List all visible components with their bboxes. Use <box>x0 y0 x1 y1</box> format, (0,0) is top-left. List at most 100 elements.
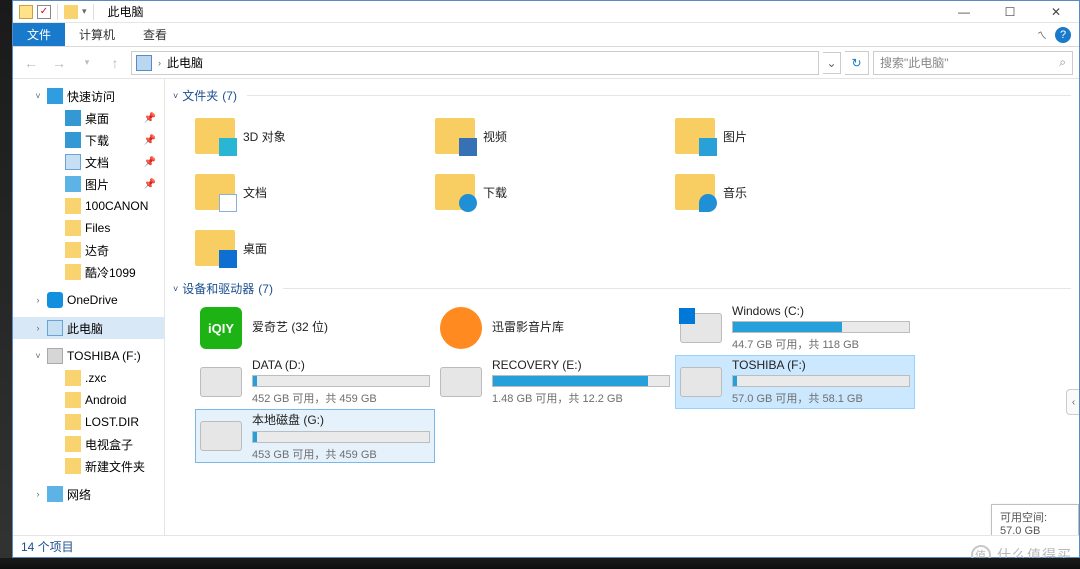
drive-item[interactable]: RECOVERY (E:)1.48 GB 可用，共 12.2 GB <box>435 355 675 409</box>
edge-panel-toggle[interactable]: ‹ <box>1066 389 1079 415</box>
drive-item[interactable]: DATA (D:)452 GB 可用，共 459 GB <box>195 355 435 409</box>
qat-checkbox-icon[interactable]: ✓ <box>37 5 51 19</box>
up-button[interactable]: ↑ <box>103 51 127 75</box>
folder-icon <box>65 436 81 452</box>
qat-folder-icon[interactable] <box>64 5 78 19</box>
sidebar-item[interactable]: 达奇 <box>13 239 164 261</box>
navigation-bar: ← → ▾ ↑ › 此电脑 ⌄ ↻ 搜索"此电脑" ⌕ <box>13 47 1079 79</box>
drive-item[interactable]: 迅雷影音片库 <box>435 301 675 355</box>
sidebar-toshiba[interactable]: ˅ TOSHIBA (F:) <box>13 345 164 367</box>
sidebar-item[interactable]: .zxc <box>13 367 164 389</box>
hdd-icon <box>200 421 242 451</box>
group-devices-header[interactable]: ˅ 设备和驱动器 (7) <box>165 276 1079 301</box>
recent-locations-button[interactable]: ▾ <box>75 51 99 75</box>
item-count: 14 个项目 <box>21 538 74 555</box>
sidebar-item[interactable]: LOST.DIR <box>13 411 164 433</box>
sidebar-item[interactable]: 桌面📌 <box>13 107 164 129</box>
sidebar-item[interactable]: 新建文件夹 <box>13 455 164 477</box>
drive-item[interactable]: Windows (C:)44.7 GB 可用，共 118 GB <box>675 301 915 355</box>
sidebar-item[interactable]: 电视盒子 <box>13 433 164 455</box>
content-pane[interactable]: ˅ 文件夹 (7) 3D 对象视频图片文档下载音乐桌面 ˅ 设备和驱动器 (7)… <box>165 79 1079 535</box>
titlebar[interactable]: ✓ ▾ 此电脑 — ☐ ✕ <box>13 1 1079 23</box>
maximize-button[interactable]: ☐ <box>987 1 1033 23</box>
folder-item[interactable]: 图片 <box>675 108 915 164</box>
refresh-button[interactable]: ↻ <box>845 51 869 75</box>
folder-icon <box>65 370 81 386</box>
folder-icon <box>195 118 235 154</box>
drive-tooltip: 可用空间: 57.0 GB 总大小: 58.1 GB <box>991 504 1079 535</box>
hdd-icon <box>200 367 242 397</box>
folder-item[interactable]: 桌面 <box>195 220 435 276</box>
folder-icon <box>65 414 81 430</box>
iqiyi-icon: iQIY <box>200 307 242 349</box>
folder-icon <box>195 230 235 266</box>
sidebar-item[interactable]: Android <box>13 389 164 411</box>
breadcrumb[interactable]: 此电脑 <box>167 54 203 71</box>
search-icon: ⌕ <box>1059 55 1066 70</box>
xunlei-icon <box>440 307 482 349</box>
tab-view[interactable]: 查看 <box>129 23 181 46</box>
address-bar[interactable]: › 此电脑 <box>131 51 819 75</box>
folder-icon <box>65 458 81 474</box>
ribbon-collapse-icon[interactable]: ㄟ <box>1037 27 1047 42</box>
pin-icon: 📌 <box>144 157 156 168</box>
minimize-button[interactable]: — <box>941 1 987 23</box>
explorer-window: ✓ ▾ 此电脑 — ☐ ✕ 文件 计算机 查看 ㄟ ? ← → ▾ ↑ › 此电… <box>12 0 1080 558</box>
sidebar-tree[interactable]: ˅ 快速访问 桌面📌下载📌文档📌图片📌100CANONFiles达奇酷冷1099… <box>13 79 165 535</box>
forward-button[interactable]: → <box>47 51 71 75</box>
drive-icon <box>47 348 63 364</box>
folder-icon <box>65 198 81 214</box>
folder-item[interactable]: 文档 <box>195 164 435 220</box>
folder-icon <box>65 242 81 258</box>
sidebar-this-pc[interactable]: › 此电脑 <box>13 317 164 339</box>
ribbon-tabs: 文件 计算机 查看 ㄟ ? <box>13 23 1079 47</box>
folder-icon <box>435 118 475 154</box>
search-input[interactable]: 搜索"此电脑" ⌕ <box>873 51 1073 75</box>
pc-icon <box>47 320 63 336</box>
hdd-icon <box>680 367 722 397</box>
folder-item[interactable]: 音乐 <box>675 164 915 220</box>
folder-icon <box>65 264 81 280</box>
tab-file[interactable]: 文件 <box>13 23 65 46</box>
app-icon <box>19 5 33 19</box>
back-button[interactable]: ← <box>19 51 43 75</box>
folder-item[interactable]: 3D 对象 <box>195 108 435 164</box>
folder-item[interactable]: 视频 <box>435 108 675 164</box>
sidebar-item[interactable]: 酷冷1099 <box>13 261 164 283</box>
star-icon <box>47 88 63 104</box>
doc-icon <box>65 154 81 170</box>
folder-icon <box>675 118 715 154</box>
sidebar-item[interactable]: 文档📌 <box>13 151 164 173</box>
sidebar-item[interactable]: 图片📌 <box>13 173 164 195</box>
status-bar: 14 个项目 <box>13 535 1079 557</box>
window-title: 此电脑 <box>102 3 144 20</box>
tab-computer[interactable]: 计算机 <box>65 23 129 46</box>
sidebar-item[interactable]: 下载📌 <box>13 129 164 151</box>
down-icon <box>65 132 81 148</box>
hdd-icon <box>440 367 482 397</box>
help-icon[interactable]: ? <box>1055 27 1071 43</box>
folder-icon <box>675 174 715 210</box>
sidebar-quick-access[interactable]: ˅ 快速访问 <box>13 85 164 107</box>
pc-icon <box>136 55 152 71</box>
sidebar-item[interactable]: Files <box>13 217 164 239</box>
sidebar-network[interactable]: › 网络 <box>13 483 164 505</box>
address-dropdown[interactable]: ⌄ <box>823 52 841 74</box>
sidebar-onedrive[interactable]: › OneDrive <box>13 289 164 311</box>
hdd-icon <box>680 313 722 343</box>
pic-icon <box>65 176 81 192</box>
drive-item[interactable]: TOSHIBA (F:)57.0 GB 可用，共 58.1 GB <box>675 355 915 409</box>
folder-icon <box>435 174 475 210</box>
pin-icon: 📌 <box>144 135 156 146</box>
group-folders-header[interactable]: ˅ 文件夹 (7) <box>165 83 1079 108</box>
folder-icon <box>195 174 235 210</box>
desktop-icon <box>65 110 81 126</box>
folder-item[interactable]: 下载 <box>435 164 675 220</box>
drive-item[interactable]: 本地磁盘 (G:)453 GB 可用，共 459 GB <box>195 409 435 463</box>
drive-item[interactable]: iQIY爱奇艺 (32 位) <box>195 301 435 355</box>
sidebar-item[interactable]: 100CANON <box>13 195 164 217</box>
onedrive-icon <box>47 292 63 308</box>
close-button[interactable]: ✕ <box>1033 1 1079 23</box>
taskbar-sliver <box>0 558 1080 569</box>
folder-icon <box>65 220 81 236</box>
